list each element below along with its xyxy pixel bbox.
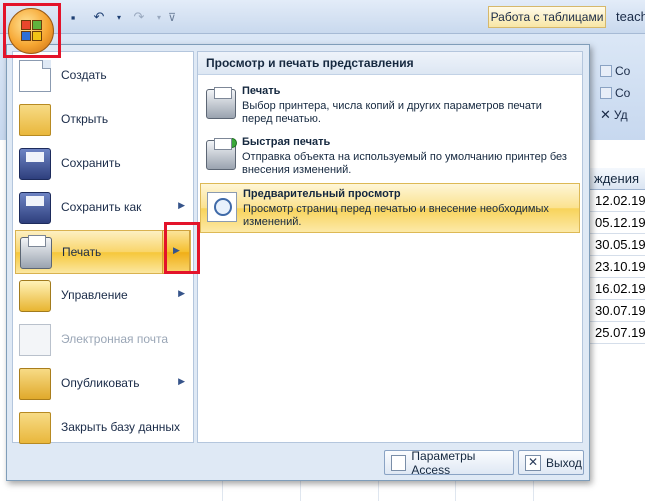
table-cell[interactable]: 30.05.19 <box>588 234 645 256</box>
submenu-item-description: Отправка объекта на используемый по умол… <box>242 151 567 176</box>
menu-item-label: Электронная почта <box>61 332 169 346</box>
submenu-item-description: Просмотр страниц перед печатью и внесени… <box>243 203 549 228</box>
menu-item-close-database[interactable]: Закрыть базу данных <box>15 406 191 450</box>
submenu-arrow-icon: ▶ <box>178 200 185 210</box>
save-as-icon <box>19 192 51 224</box>
redo-dropdown-icon[interactable]: ▾ <box>154 7 164 27</box>
submenu-item-quick-print[interactable]: Быстрая печать Отправка объекта на испол… <box>200 132 580 182</box>
table-cell[interactable]: 30.07.19 <box>588 300 645 322</box>
submenu-arrow-icon: ▶ <box>178 288 185 298</box>
save-icon[interactable]: ▪ <box>62 7 84 27</box>
access-options-button[interactable]: Параметры Access <box>384 448 514 477</box>
exit-button[interactable]: Выход <box>518 450 584 475</box>
table-cell[interactable]: 25.07.19 <box>588 322 645 344</box>
ribbon-item-label: Со <box>615 86 631 100</box>
menu-item-label: Сохранить <box>61 156 121 170</box>
ribbon-right-group: Со Со ✕ Уд <box>600 60 630 126</box>
close-database-icon <box>19 412 51 444</box>
menu-item-label: Создать <box>61 68 107 82</box>
submenu-item-title: Печать <box>242 85 281 97</box>
menu-item-publish[interactable]: Опубликовать ▶ <box>15 362 191 406</box>
submenu-arrow-icon: ▶ <box>178 376 185 386</box>
check-badge-icon <box>227 138 237 148</box>
submenu-item-title: Предварительный просмотр <box>243 188 401 200</box>
submenu-item-description: Выбор принтера, числа копий и других пар… <box>242 100 542 125</box>
redo-icon[interactable]: ↷ <box>128 7 150 27</box>
menu-item-manage[interactable]: Управление ▶ <box>15 274 191 318</box>
table-cell[interactable]: 16.02.19 <box>588 278 645 300</box>
menu-item-new[interactable]: Создать <box>15 54 191 98</box>
undo-icon[interactable]: ↶ <box>88 7 110 27</box>
copy-icon <box>600 65 612 77</box>
print-submenu: Просмотр и печать представления Печать В… <box>197 51 583 443</box>
ribbon-item[interactable]: Со <box>600 82 630 104</box>
menu-item-label: Открыть <box>61 112 109 126</box>
ribbon-item-label: Со <box>615 64 631 78</box>
printer-icon <box>206 87 236 119</box>
highlight-office-button <box>3 3 61 58</box>
publish-icon <box>19 368 51 400</box>
exit-label: Выход <box>546 455 582 470</box>
column-header[interactable]: ждения <box>588 168 645 190</box>
highlight-print-arrow <box>164 222 200 274</box>
format-icon <box>600 87 612 99</box>
save-icon <box>19 148 51 180</box>
menu-item-label: Управление <box>61 288 128 302</box>
menu-item-label: Закрыть базу данных <box>61 420 180 434</box>
undo-dropdown-icon[interactable]: ▾ <box>114 7 124 27</box>
ribbon-item[interactable]: Со <box>600 60 630 82</box>
menu-item-open[interactable]: Открыть <box>15 98 191 142</box>
table-cell[interactable]: 23.10.19 <box>588 256 645 278</box>
ribbon-item-label: Уд <box>613 108 628 122</box>
submenu-item-print-preview[interactable]: Предварительный просмотр Просмотр страни… <box>200 183 580 233</box>
menu-item-label: Печать <box>62 245 102 259</box>
menu-item-label: Опубликовать <box>61 376 140 390</box>
email-icon <box>19 324 51 356</box>
menu-item-save[interactable]: Сохранить <box>15 142 191 186</box>
table-cell[interactable]: 12.02.19 <box>588 190 645 212</box>
open-folder-icon <box>19 104 51 136</box>
menu-item-email: Электронная почта <box>15 318 191 362</box>
contextual-tab-table-tools[interactable]: Работа с таблицами <box>488 6 606 28</box>
submenu-item-title: Быстрая печать <box>242 136 331 148</box>
printer-icon <box>20 235 52 269</box>
table-cell[interactable]: 05.12.19 <box>588 212 645 234</box>
print-preview-icon <box>207 192 237 222</box>
quick-print-icon <box>206 138 237 170</box>
office-menu: Создать Открыть Сохранить Сохранить как … <box>6 44 590 481</box>
ribbon-item[interactable]: ✕ Уд <box>600 104 630 126</box>
quick-access-toolbar: ▪ ↶ ▾ ↷ ▾ ⊽ <box>62 6 176 28</box>
menu-item-label: Сохранить как <box>61 200 142 214</box>
customize-qat-icon[interactable]: ⊽ <box>168 11 176 24</box>
options-icon <box>391 454 407 471</box>
document-title: teach <box>616 9 645 24</box>
submenu-header: Просмотр и печать представления <box>198 52 582 75</box>
manage-icon <box>19 280 51 312</box>
access-options-label: Параметры Access <box>411 448 476 477</box>
delete-icon: ✕ <box>600 107 611 122</box>
new-document-icon <box>19 60 51 92</box>
exit-icon <box>525 454 541 471</box>
submenu-item-print[interactable]: Печать Выбор принтера, числа копий и дру… <box>200 81 580 131</box>
